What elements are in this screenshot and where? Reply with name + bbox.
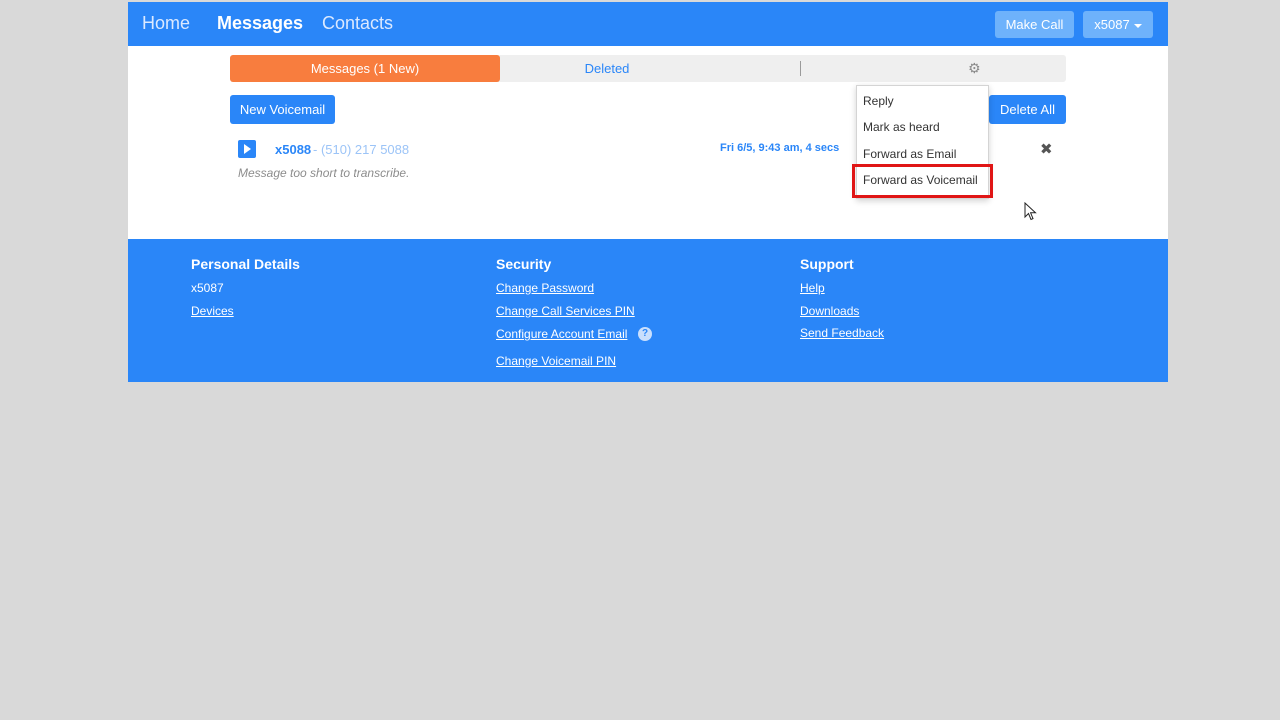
gear-icon[interactable]: ⚙ [968,60,981,77]
play-icon[interactable] [238,140,256,158]
user-menu-label: x5087 [1094,17,1130,32]
footer: Personal Details x5087 Devices Security … [128,239,1168,382]
nav-home[interactable]: Home [142,13,190,34]
message-transcript: Message too short to transcribe. [238,166,410,180]
top-nav: Home Messages Contacts Make Call x5087 [128,2,1168,46]
security-heading: Security [496,256,552,272]
send-feedback-link[interactable]: Send Feedback [800,326,884,340]
tab-messages[interactable]: Messages (1 New) [230,55,500,82]
message-number: - (510) 217 5088 [313,142,410,157]
tab-divider [800,61,801,76]
highlight-box [852,164,993,198]
menu-item-forward-email[interactable]: Forward as Email [863,147,956,161]
personal-details-heading: Personal Details [191,256,300,272]
support-heading: Support [800,256,854,272]
nav-contacts[interactable]: Contacts [322,13,393,34]
message-time: Fri 6/5, 9:43 am, 4 secs [720,142,840,154]
devices-link[interactable]: Devices [191,304,234,318]
help-link[interactable]: Help [800,281,825,295]
close-icon[interactable]: ✖ [1040,140,1053,158]
user-menu-button[interactable]: x5087 [1083,11,1153,38]
message-tabs: Messages (1 New) Deleted ⚙ [230,55,1066,82]
personal-extension: x5087 [191,281,224,295]
change-password-link[interactable]: Change Password [496,281,594,295]
change-call-pin-link[interactable]: Change Call Services PIN [496,304,635,318]
menu-item-mark-heard[interactable]: Mark as heard [863,120,940,134]
caret-down-icon [1133,23,1142,28]
new-voicemail-button[interactable]: New Voicemail [230,95,335,124]
make-call-button[interactable]: Make Call [995,11,1074,38]
nav-messages[interactable]: Messages [217,13,303,34]
downloads-link[interactable]: Downloads [800,304,859,318]
app-window: Home Messages Contacts Make Call x5087 M… [128,2,1168,382]
mouse-cursor-icon [1024,202,1037,221]
configure-email-link[interactable]: Configure Account Email [496,327,627,341]
tab-deleted[interactable]: Deleted [500,55,714,82]
delete-all-button[interactable]: Delete All [989,95,1066,124]
help-icon[interactable]: ? [638,327,652,341]
message-from[interactable]: x5088 [275,142,311,157]
change-voicemail-pin-link[interactable]: Change Voicemail PIN [496,354,616,368]
menu-item-reply[interactable]: Reply [863,94,894,108]
